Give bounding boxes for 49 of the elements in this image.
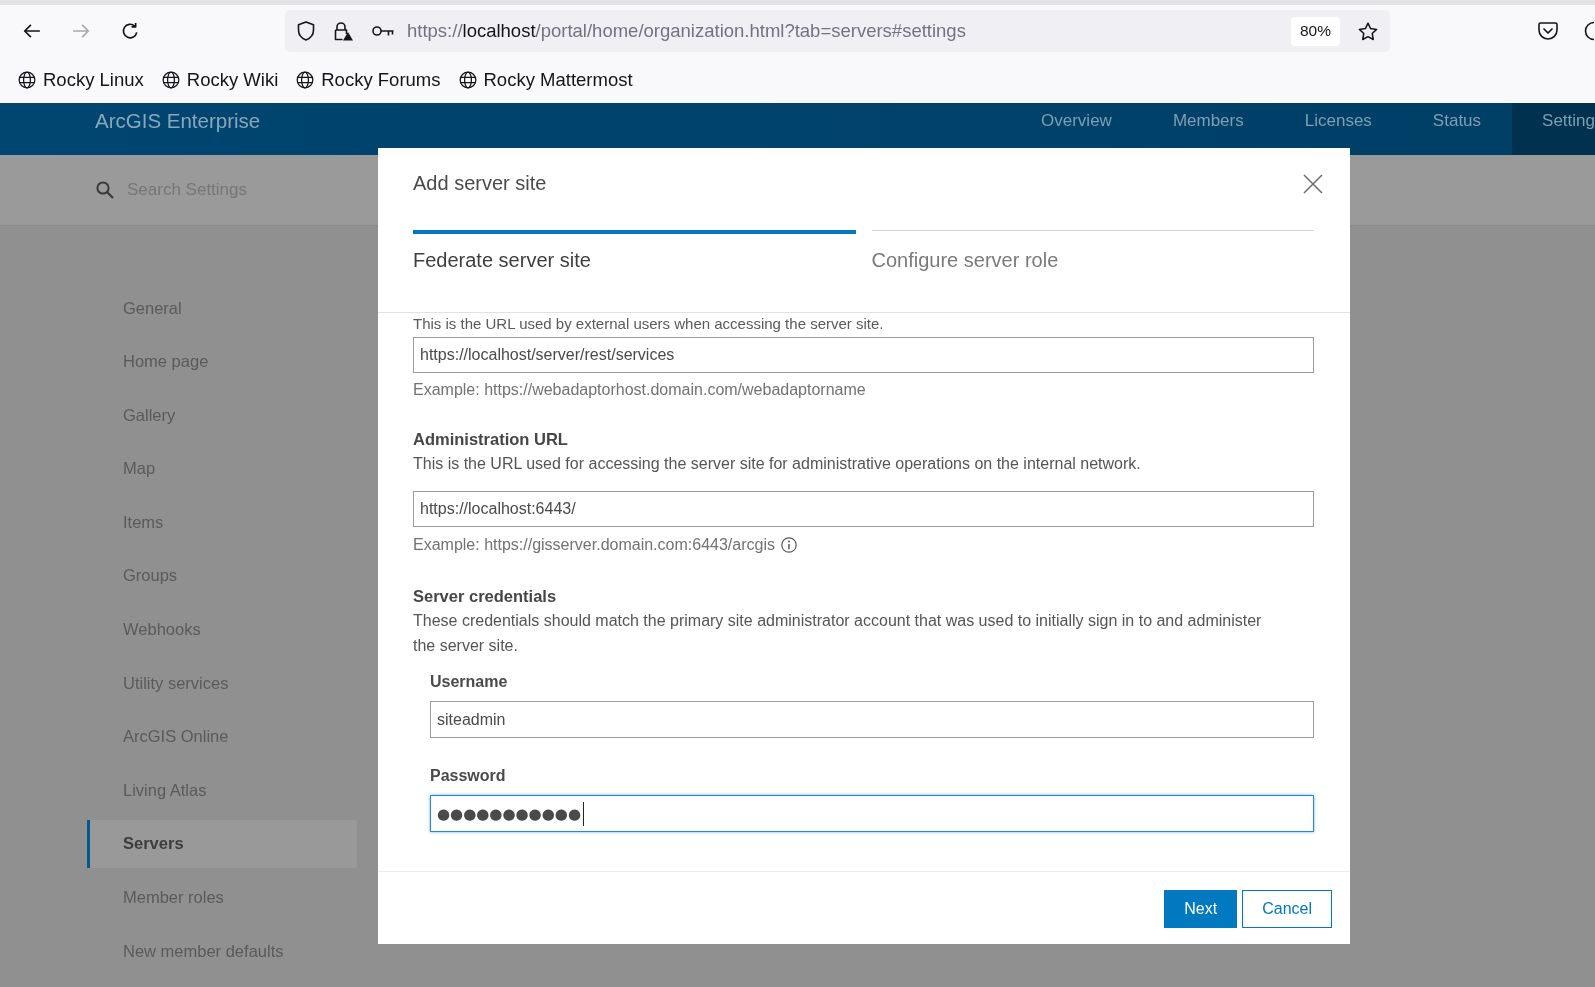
password-field[interactable]: ●●●●●●●●●●● — [430, 795, 1314, 832]
cancel-button[interactable]: Cancel — [1242, 890, 1332, 928]
example-hint: Example: https://webadaptorhost.domain.com/webadaptorname — [413, 380, 867, 400]
address-bar[interactable]: https://localhost/portal/home/organization.html?tab=servers#settings 80% — [285, 10, 1390, 52]
wizard-step: Configure server role — [871, 230, 1314, 273]
url-field[interactable]: https://localhost/server/rest/services — [413, 337, 1314, 373]
search-icon — [96, 181, 114, 199]
field-description: These credentials should match the primary site administrator account that was used to initially sign in to and administer the server site. — [413, 611, 1263, 656]
arrow-right-icon — [72, 22, 90, 40]
reload-icon — [121, 22, 139, 40]
globe-icon — [458, 71, 477, 89]
bookmark-link[interactable]: Rocky Forums — [296, 69, 441, 91]
settings-nav-item[interactable]: Servers — [87, 819, 357, 868]
field-label: Username — [430, 672, 509, 692]
shield-icon — [297, 21, 315, 41]
globe-icon — [161, 71, 180, 89]
key-icon — [372, 25, 394, 37]
nav-tab[interactable]: Members — [1142, 103, 1275, 143]
nav-tab[interactable]: Licenses — [1274, 103, 1403, 143]
nav-tab[interactable]: Overview — [1010, 103, 1143, 143]
close-button[interactable] — [1303, 174, 1323, 194]
bookmark-link[interactable]: Rocky Linux — [18, 69, 144, 91]
next-button[interactable]: Next — [1164, 890, 1238, 928]
bookmark-link[interactable]: Rocky Wiki — [161, 69, 279, 91]
username-field[interactable]: siteadmin — [430, 701, 1314, 738]
nav-tab[interactable]: Setting — [1511, 103, 1595, 155]
section-label: Administration URL — [413, 429, 569, 450]
lock-warning-icon — [333, 21, 353, 41]
field-description: This is the URL used for accessing the server site for administrative operations on the internal network. — [413, 454, 1142, 474]
chevron-badge-icon[interactable] — [1538, 22, 1558, 40]
zoom-level-button[interactable]: 80% — [1290, 16, 1340, 46]
bookmark-star-icon[interactable] — [1358, 21, 1378, 41]
bookmark-link[interactable]: Rocky Mattermost — [458, 69, 633, 91]
globe-icon — [296, 71, 315, 89]
example-hint: Example: https://gisserver.domain.com:6443/arcgis — [413, 535, 775, 555]
section-label: Server credentials — [413, 586, 558, 607]
field-label: Password — [430, 766, 507, 786]
url-text: https://localhost/portal/home/organization.html?tab=servers#settings — [407, 20, 966, 42]
globe-icon — [18, 71, 36, 89]
field-description: This is the URL used by external users when accessing the server site. — [413, 315, 885, 333]
close-icon — [1303, 174, 1323, 194]
arrow-left-icon — [23, 22, 41, 40]
url-field[interactable]: https://localhost:6443/ — [413, 491, 1314, 527]
info-icon[interactable] — [780, 537, 797, 553]
text-cursor-icon — [583, 801, 585, 826]
dialog-title: Add server site — [413, 171, 547, 195]
nav-tab[interactable]: Status — [1402, 103, 1512, 143]
wizard-step: Federate server site — [413, 230, 856, 273]
app-title: ArcGIS Enterprise — [95, 109, 261, 133]
